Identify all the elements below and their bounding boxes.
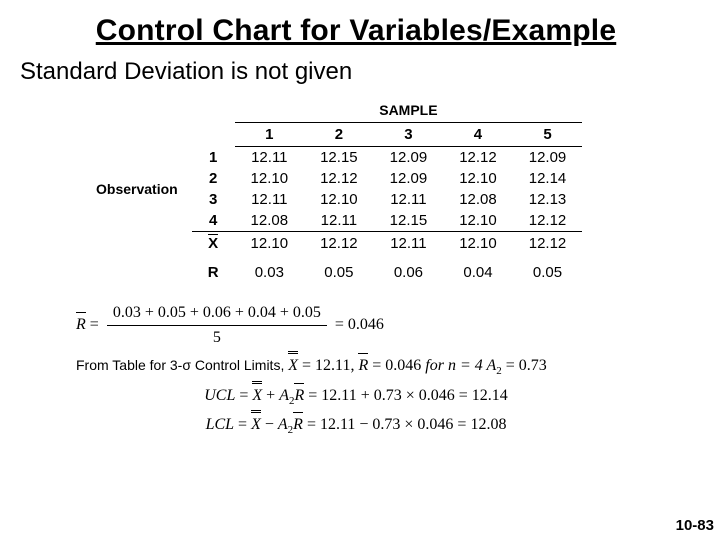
cell: 12.15	[304, 147, 374, 169]
cell: 12.10	[304, 189, 374, 210]
lcl-equation: LCL = X − A2R = 12.11 − 0.73 × 0.046 = 1…	[20, 413, 692, 439]
data-table: SAMPLE 1 2 3 4 5 Observation 1 12.11 12.…	[20, 100, 692, 283]
cell: 0.06	[374, 254, 444, 283]
cell: 12.10	[235, 168, 305, 189]
cell: 12.10	[443, 168, 513, 189]
cell: 12.09	[374, 147, 444, 169]
cell: 12.10	[235, 232, 305, 255]
cell: 12.12	[443, 147, 513, 169]
r-row-label: R	[192, 254, 235, 283]
page-number: 10-83	[676, 517, 714, 534]
obs-row-2: 2	[192, 168, 235, 189]
table-params-line: From Table for 3-σ Control Limits, X = 1…	[76, 354, 692, 380]
cell: 12.12	[513, 210, 583, 232]
cell: 12.11	[235, 189, 305, 210]
xbar-row-label: X	[192, 232, 235, 255]
cell: 0.05	[304, 254, 374, 283]
ucl-equation: UCL = X + A2R = 12.11 + 0.73 × 0.046 = 1…	[20, 384, 692, 410]
cell: 12.10	[443, 210, 513, 232]
cell: 12.09	[513, 147, 583, 169]
rbar-numerator: 0.03 + 0.05 + 0.06 + 0.04 + 0.05	[107, 301, 327, 326]
col-head-2: 2	[304, 123, 374, 147]
cell: 12.09	[374, 168, 444, 189]
cell: 12.12	[304, 168, 374, 189]
slide-title: Control Chart for Variables/Example	[20, 14, 692, 48]
cell: 0.04	[443, 254, 513, 283]
col-head-3: 3	[374, 123, 444, 147]
rbar-equation: R = 0.03 + 0.05 + 0.06 + 0.04 + 0.05 5 =…	[76, 301, 692, 350]
cell: 12.12	[513, 232, 583, 255]
cell: 12.08	[235, 210, 305, 232]
cell: 12.15	[374, 210, 444, 232]
rbar-denominator: 5	[107, 326, 327, 350]
cell: 12.11	[374, 189, 444, 210]
obs-row-3: 3	[192, 189, 235, 210]
col-head-4: 4	[443, 123, 513, 147]
col-head-5: 5	[513, 123, 583, 147]
cell: 12.11	[235, 147, 305, 169]
observation-label: Observation	[80, 147, 192, 232]
subtitle: Standard Deviation is not given	[20, 58, 692, 86]
cell: 12.11	[374, 232, 444, 255]
cell: 12.11	[304, 210, 374, 232]
cell: 0.03	[235, 254, 305, 283]
rbar-result: = 0.046	[335, 316, 384, 333]
cell: 0.05	[513, 254, 583, 283]
cell: 12.12	[304, 232, 374, 255]
cell: 12.13	[513, 189, 583, 210]
cell: 12.14	[513, 168, 583, 189]
cell: 12.10	[443, 232, 513, 255]
obs-row-1: 1	[192, 147, 235, 169]
col-head-1: 1	[235, 123, 305, 147]
sample-header: SAMPLE	[235, 100, 583, 123]
cell: 12.08	[443, 189, 513, 210]
obs-row-4: 4	[192, 210, 235, 232]
equations: R = 0.03 + 0.05 + 0.06 + 0.04 + 0.05 5 =…	[76, 301, 692, 439]
